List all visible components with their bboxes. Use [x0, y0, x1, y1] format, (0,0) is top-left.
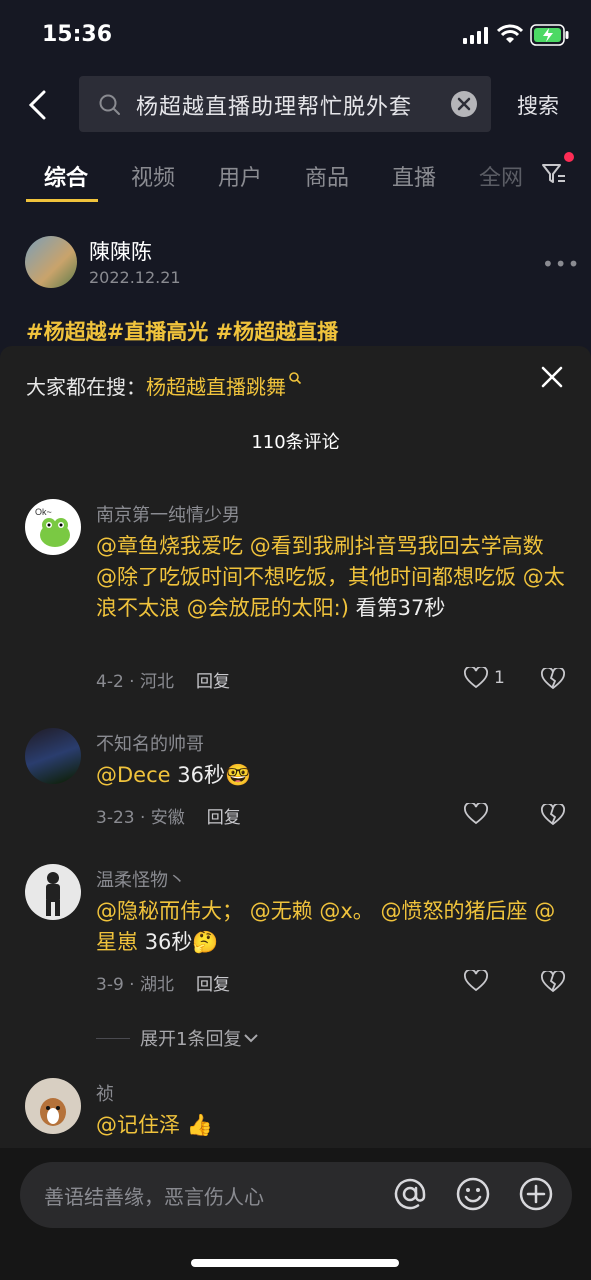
active-tab-indicator [26, 199, 98, 202]
comment-author[interactable]: 祯 [96, 1080, 114, 1106]
reply-button[interactable]: 回复 [196, 672, 230, 692]
comment-avatar[interactable]: Ok~ [25, 499, 81, 555]
at-icon[interactable] [392, 1176, 428, 1212]
broken-heart-icon[interactable] [541, 804, 565, 826]
heart-icon [464, 667, 488, 689]
broken-heart-icon[interactable] [541, 971, 565, 993]
like-button[interactable]: 1 [464, 667, 505, 689]
plus-icon[interactable] [518, 1176, 554, 1212]
comment-tail: 36秒 [177, 763, 225, 787]
comment-count: 110条评论 [251, 432, 340, 453]
tab-user[interactable]: 用户 [218, 160, 262, 192]
mention-link[interactable]: @x。 [319, 899, 373, 923]
comment-tail: 看第37秒 [355, 596, 446, 620]
comment-text: @章鱼烧我爱吃 @看到我刷抖音骂我回去学高数 @除了吃饭时间不想吃饭，其他时间都… [96, 531, 566, 624]
comment-author[interactable]: 温柔怪物丶 [96, 866, 186, 892]
tab-video[interactable]: 视频 [131, 160, 175, 192]
mention-link[interactable]: @章鱼烧我爱吃 [96, 534, 243, 558]
mention-link[interactable]: @除了吃饭时间不想吃饭，其他时间都想吃饭 [96, 565, 516, 589]
comment-tail: 36秒 [144, 930, 193, 954]
comment-meta: 3-23 · 安徽 回复 [96, 803, 241, 828]
emoji-icon[interactable] [455, 1176, 491, 1212]
like-button[interactable] [464, 970, 488, 992]
mention-link[interactable]: @Dece [96, 763, 171, 787]
hot-search-label: 大家都在搜： [26, 375, 146, 399]
comment-input-placeholder[interactable]: 善语结善缘，恶言伤人心 [44, 1181, 264, 1210]
comment-text: @记住泽 👍 [96, 1110, 566, 1141]
back-icon[interactable] [26, 90, 50, 120]
like-count: 1 [494, 668, 505, 688]
signal-icon [463, 26, 488, 44]
status-time: 15:36 [42, 22, 113, 47]
tab-live[interactable]: 直播 [392, 160, 436, 192]
home-indicator [191, 1259, 399, 1267]
comment-meta: 4-2 · 河北 回复 [96, 667, 230, 692]
mention-link[interactable]: @隐秘而伟大； [96, 899, 243, 923]
comment-text: @Dece 36秒🤓 [96, 760, 566, 791]
search-button[interactable]: 搜索 [517, 90, 559, 120]
comment-avatar[interactable] [25, 864, 81, 920]
wifi-icon [497, 24, 523, 43]
post-date: 2022.12.21 [89, 268, 181, 287]
search-input[interactable]: 杨超越直播助理帮忙脱外套 [136, 89, 412, 121]
broken-heart-icon[interactable] [541, 668, 565, 690]
chevron-down-icon [244, 1034, 259, 1043]
filter-icon[interactable] [541, 162, 567, 186]
mention-link[interactable]: @愤怒的猪后座 [381, 899, 528, 923]
heart-icon [464, 970, 488, 992]
comment-meta: 3-9 · 湖北 回复 [96, 970, 230, 995]
mention-link[interactable]: @无赖 [250, 899, 313, 923]
frog-avatar-image: Ok~ [35, 507, 70, 547]
expand-replies-label: 展开1条回复 [140, 1029, 242, 1050]
comment-author[interactable]: 不知名的帅哥 [96, 730, 204, 756]
tab-goods[interactable]: 商品 [305, 160, 349, 192]
notification-dot [564, 152, 574, 162]
clear-icon[interactable] [451, 91, 477, 117]
dog-avatar-image [40, 1098, 66, 1126]
result-tabs: 综合 视频 用户 商品 直播 全网 [0, 148, 591, 204]
battery-icon [530, 24, 569, 46]
svg-text:Ok~: Ok~ [35, 507, 52, 517]
comment-date-location: 4-2 · 河北 [96, 672, 174, 692]
comment-date-location: 3-9 · 湖北 [96, 975, 174, 995]
comment-date-location: 3-23 · 安徽 [96, 808, 185, 828]
comment-avatar[interactable] [25, 728, 81, 784]
person-avatar-image [46, 872, 60, 916]
tab-all[interactable]: 综合 [44, 160, 88, 192]
hot-search-keyword[interactable]: 杨超越直播跳舞 [146, 375, 286, 399]
reply-button[interactable]: 回复 [207, 808, 241, 828]
hot-search[interactable]: 大家都在搜：杨超越直播跳舞 [26, 371, 302, 400]
close-icon[interactable] [540, 365, 564, 389]
search-icon [289, 372, 302, 385]
post-tags[interactable]: #杨超越#直播高光 #杨超越直播 [26, 316, 338, 346]
expand-replies-button[interactable]: 展开1条回复 [96, 1025, 259, 1051]
thumbs-up-emoji: 👍 [186, 1113, 213, 1137]
author-name[interactable]: 陳陳陈 [89, 236, 152, 266]
mention-link[interactable]: @记住泽 [96, 1113, 180, 1137]
comment-text: @隐秘而伟大； @无赖 @x。 @愤怒的猪后座 @星崽 36秒🤔 [96, 896, 566, 958]
search-icon [99, 94, 120, 115]
divider [96, 1037, 130, 1039]
comment-author[interactable]: 南京第一纯情少男 [96, 501, 240, 527]
mention-link[interactable]: @看到我刷抖音骂我回去学高数 [250, 534, 544, 558]
heart-icon [464, 803, 488, 825]
author-avatar[interactable] [25, 236, 77, 288]
more-icon[interactable]: ••• [542, 252, 580, 276]
nerd-emoji: 🤓 [224, 763, 252, 787]
like-button[interactable] [464, 803, 488, 825]
comment-avatar[interactable] [25, 1078, 81, 1134]
mention-link[interactable]: @会放屁的太阳:) [187, 596, 349, 620]
thinking-emoji: 🤔 [192, 930, 219, 954]
reply-button[interactable]: 回复 [196, 975, 230, 995]
tab-web[interactable]: 全网 [479, 160, 527, 192]
